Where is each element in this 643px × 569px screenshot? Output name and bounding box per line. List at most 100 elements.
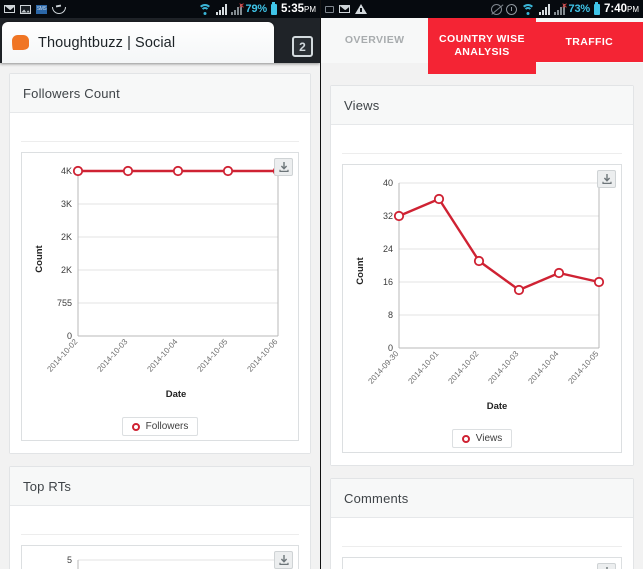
xtick-1: 2014-10-03 xyxy=(95,337,129,374)
card-header: Followers Count xyxy=(10,74,310,113)
signal-bars-no-service-icon: ✕ xyxy=(230,3,245,15)
chart-followers-count: 4K 3K 2K 2K 755 0 Count 2014-10-02 2014-… xyxy=(21,152,299,441)
browser-tab-thoughtbuzz[interactable]: Thoughtbuzz | Social xyxy=(2,22,274,63)
legend-marker-icon xyxy=(131,422,140,431)
tab-traffic[interactable]: TRAFFIC xyxy=(535,22,643,62)
chart-legend: Views xyxy=(347,429,617,448)
clock-icon xyxy=(505,3,517,15)
alarm-off-icon xyxy=(490,3,502,15)
xtick-3: 2014-10-05 xyxy=(195,337,229,374)
xtick-4: 2014-10-04 xyxy=(526,349,560,386)
y-axis-label: Count xyxy=(34,244,45,272)
ytick-0: 40 xyxy=(383,178,393,188)
legend-label: Views xyxy=(475,433,503,444)
ytick-3: 2K xyxy=(61,265,72,275)
battery-percent-label: 73% xyxy=(568,3,591,15)
card-header: Top RTs xyxy=(10,467,310,506)
ytick-0: 5 xyxy=(67,555,72,565)
photo-icon xyxy=(20,4,31,14)
xtick-1: 2014-10-01 xyxy=(406,349,440,386)
battery-icon xyxy=(270,1,277,15)
ytick-3: 16 xyxy=(383,277,393,287)
gridlines xyxy=(77,170,279,337)
left-status-system-icons: ✕ 79% 5:35PM xyxy=(197,1,316,15)
right-status-notification-icons xyxy=(325,4,367,14)
y-axis-label: Count xyxy=(355,256,366,284)
download-icon[interactable] xyxy=(274,551,293,569)
card-body: 40 32 24 16 8 0 Count 2014-09-30 2014-10… xyxy=(331,125,633,465)
legend-item-views[interactable]: Views xyxy=(451,429,513,448)
card-title: Top RTs xyxy=(23,479,72,494)
clock-time: 5:35 xyxy=(280,3,304,15)
xtick-5: 2014-10-05 xyxy=(566,349,600,386)
card-body: 5 4 3 2 1 Count xyxy=(10,506,310,569)
left-content-scroll[interactable]: Followers Count 4K 3K 2K 2K 755 0 Count … xyxy=(0,63,320,569)
wifi-icon xyxy=(197,3,212,15)
speech-bubble-icon xyxy=(12,35,29,50)
xtick-0: 2014-10-02 xyxy=(45,337,79,374)
sms-icon: SMS xyxy=(36,4,47,14)
chart-top-rts: 5 4 3 2 1 Count xyxy=(21,545,299,569)
xtick-2: 2014-10-04 xyxy=(145,337,179,374)
chart-legend: Followers xyxy=(26,417,294,436)
clock-time: 7:40 xyxy=(603,3,627,15)
ytick-4: 755 xyxy=(57,298,72,308)
legend-label: Followers xyxy=(145,421,189,432)
xtick-2: 2014-10-02 xyxy=(446,349,480,386)
right-content-scroll[interactable]: Views 40 32 24 16 8 0 Count 2014-09-30 2… xyxy=(321,63,643,569)
card-comments: Comments xyxy=(330,478,634,569)
card-header: Views xyxy=(331,86,633,125)
ytick-2: 2K xyxy=(61,232,72,242)
top-rts-chart-svg: 5 4 3 2 1 Count xyxy=(67,555,279,569)
chart-views: 40 32 24 16 8 0 Count 2014-09-30 2014-10… xyxy=(342,164,622,453)
dual-phone-screenshot: SMS ✕ 79% 5:35PM Thoughtbuzz | Social 2 xyxy=(0,0,643,569)
battery-percent-label: 79% xyxy=(245,3,268,15)
clock-label: 5:35PM xyxy=(281,3,316,15)
left-status-notification-icons: SMS xyxy=(4,4,66,14)
card-title: Views xyxy=(344,98,380,113)
card-body: 4K 3K 2K 2K 755 0 Count 2014-10-02 2014-… xyxy=(10,113,310,453)
tab-country-wise-analysis[interactable]: COUNTRY WISE ANALYSIS xyxy=(428,17,536,74)
download-icon[interactable] xyxy=(597,563,616,569)
download-icon[interactable] xyxy=(274,158,293,176)
browser-tab-title: Thoughtbuzz | Social xyxy=(38,34,176,51)
card-title: Comments xyxy=(344,491,409,506)
gridlines xyxy=(398,182,600,349)
battery-icon xyxy=(593,1,600,15)
divider xyxy=(342,153,622,154)
browser-tab-strip: Thoughtbuzz | Social 2 xyxy=(0,18,320,63)
gmail-icon xyxy=(339,5,350,13)
views-chart-svg: 40 32 24 16 8 0 Count 2014-09-30 2014-10… xyxy=(355,178,605,412)
ytick-1: 3K xyxy=(61,199,72,209)
x-axis-label: Date xyxy=(166,389,187,400)
ytick-0: 4K xyxy=(61,166,72,176)
ytick-2: 24 xyxy=(383,244,393,254)
analytics-tab-bar: OVERVIEW COUNTRY WISE ANALYSIS TRAFFIC xyxy=(321,17,643,74)
chart-comments: 2 1 xyxy=(342,557,622,569)
tab-count-button[interactable]: 2 xyxy=(292,36,313,57)
card-header: Comments xyxy=(331,479,633,518)
signal-bars-no-service-icon: ✕ xyxy=(553,3,568,15)
series-markers xyxy=(393,193,605,296)
right-phone-panel: ✕ 73% 7:40PM OVERVIEW COUNTRY WISE ANALY… xyxy=(321,0,643,569)
divider xyxy=(21,141,299,142)
signal-bars-icon xyxy=(215,3,227,15)
signal-bars-icon xyxy=(538,3,550,15)
card-followers-count: Followers Count 4K 3K 2K 2K 755 0 Count … xyxy=(9,73,311,454)
right-status-bar: ✕ 73% 7:40PM xyxy=(321,0,643,18)
legend-item-followers[interactable]: Followers xyxy=(121,417,199,436)
series-views xyxy=(398,197,600,292)
left-status-bar: SMS ✕ 79% 5:35PM xyxy=(0,0,320,18)
legend-marker-icon xyxy=(461,434,470,443)
tab-overview[interactable]: OVERVIEW xyxy=(321,18,428,63)
clock-label: 7:40PM xyxy=(604,3,639,15)
divider xyxy=(21,534,299,535)
wifi-icon xyxy=(520,3,535,15)
warning-icon xyxy=(355,4,367,14)
xtick-0: 2014-09-30 xyxy=(366,349,400,386)
ytick-4: 8 xyxy=(388,310,393,320)
clock-ampm: PM xyxy=(627,5,639,14)
xtick-4: 2014-10-06 xyxy=(245,337,279,374)
download-icon[interactable] xyxy=(597,170,616,188)
left-phone-panel: SMS ✕ 79% 5:35PM Thoughtbuzz | Social 2 xyxy=(0,0,321,569)
